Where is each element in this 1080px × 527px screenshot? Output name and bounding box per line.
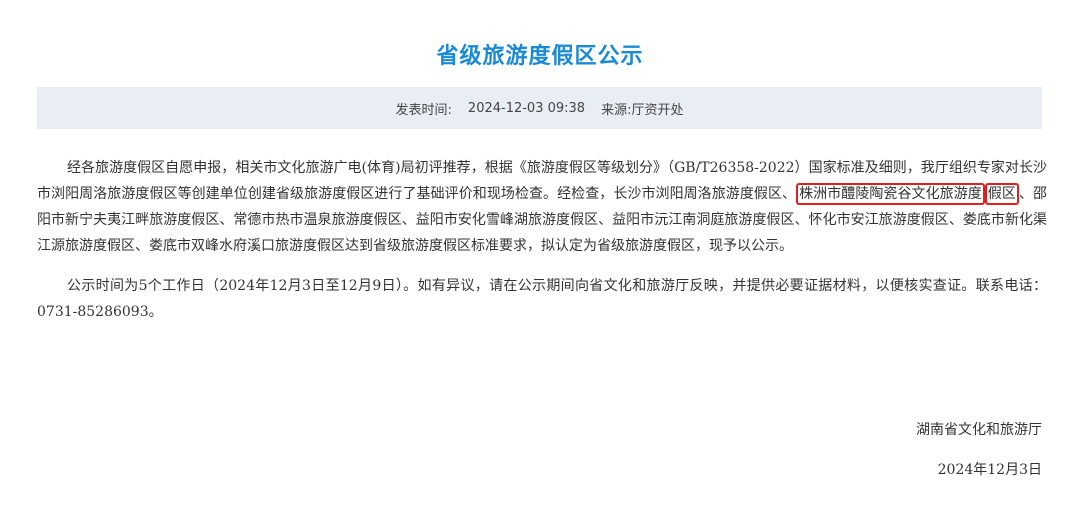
signature-date: 2024年12月3日 (937, 462, 1042, 478)
article-title: 省级旅游度假区公示 (436, 44, 644, 69)
paragraph-review-result: 经各旅游度假区自愿申报，相关市文化旅游广电(体育)局初评推荐，根据《旅游度假区等… (37, 155, 1047, 259)
article-meta-bar: 发表时间: 2024-12-03 09:38 来源:厅资开处 (37, 87, 1042, 129)
article-source: 来源:厅资开处 (601, 102, 684, 118)
highlight-box-line1: 株洲市醴陵陶瓷谷文化旅游度 (796, 183, 985, 205)
article-body: 经各旅游度假区自愿申报，相关市文化旅游广电(体育)局初评推荐，根据《旅游度假区等… (37, 155, 1047, 339)
publish-time: 2024-12-03 09:38 (467, 100, 586, 116)
article-page: 省级旅游度假区公示 发表时间: 2024-12-03 09:38 来源:厅资开处… (0, 0, 1080, 527)
paragraph-notice-period: 公示时间为5个工作日（2024年12月3日至12月9日）。如有异议，请在公示期间… (37, 278, 1047, 320)
publish-time-label: 发表时间: (395, 102, 452, 118)
highlight-box-line2: 假区 (984, 183, 1019, 205)
signature-organization: 湖南省文化和旅游厅 (916, 422, 1042, 438)
